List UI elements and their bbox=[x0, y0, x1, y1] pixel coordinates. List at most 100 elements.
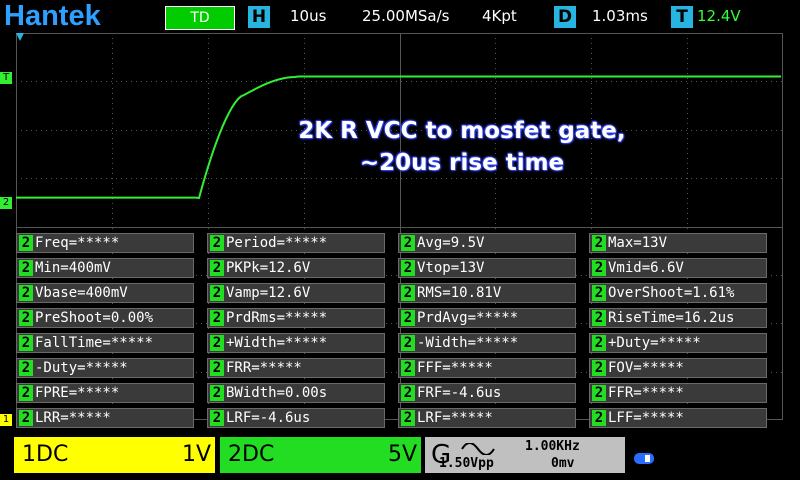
measurement-value: Period=***** bbox=[226, 235, 328, 251]
channel-chip: 2 bbox=[210, 285, 224, 301]
measurement-cell[interactable]: 2 Period=***** bbox=[207, 233, 385, 253]
measurement-cell[interactable]: 2 Min=400mV bbox=[16, 258, 194, 278]
annotation-line-2: ~20us rise time bbox=[359, 150, 565, 176]
channel-chip: 2 bbox=[19, 360, 33, 376]
channel-chip: 2 bbox=[210, 235, 224, 251]
channel-chip: 2 bbox=[210, 385, 224, 401]
measurement-value: Vmid=6.6V bbox=[608, 260, 684, 276]
annotation-line-1: 2K R VCC to mosfet gate, bbox=[298, 118, 626, 144]
memory-depth-value[interactable]: 4Kpt bbox=[482, 0, 517, 33]
channel-chip: 2 bbox=[19, 260, 33, 276]
channel-chip: 2 bbox=[210, 360, 224, 376]
channel-chip: 2 bbox=[592, 360, 606, 376]
measurement-cell[interactable]: 2 -Duty=***** bbox=[16, 358, 194, 378]
measurement-value: FallTime=***** bbox=[35, 335, 154, 351]
measurement-value: Max=13V bbox=[608, 235, 668, 251]
delay-label: D bbox=[554, 6, 576, 28]
trigger-mode-badge[interactable]: TD bbox=[165, 6, 235, 30]
measurement-cell[interactable]: 2 FFF=***** bbox=[398, 358, 576, 378]
measurement-value: BWidth=0.00s bbox=[226, 385, 328, 401]
measurement-cell[interactable]: 2 OverShoot=1.61% bbox=[589, 283, 767, 303]
measurement-value: FPRE=***** bbox=[35, 385, 120, 401]
measurement-cell[interactable]: 2 PrdRms=***** bbox=[207, 308, 385, 328]
measurement-cell[interactable]: 2 BWidth=0.00s bbox=[207, 383, 385, 403]
channel-chip: 2 bbox=[401, 310, 415, 326]
channel-chip: 2 bbox=[19, 285, 33, 301]
channel-chip: 2 bbox=[401, 235, 415, 251]
measurement-value: FFF=***** bbox=[417, 360, 493, 376]
measurement-cell[interactable]: 2 Vbase=400mV bbox=[16, 283, 194, 303]
measurement-value: PrdAvg=***** bbox=[417, 310, 519, 326]
measurement-cell[interactable]: 2 FOV=***** bbox=[589, 358, 767, 378]
measurement-value: Avg=9.5V bbox=[417, 235, 485, 251]
measurement-value: Vtop=13V bbox=[417, 260, 485, 276]
measurement-value: LFF=***** bbox=[608, 410, 684, 426]
measurement-cell[interactable]: 2 Vtop=13V bbox=[398, 258, 576, 278]
measurement-cell[interactable]: 2 -Width=***** bbox=[398, 333, 576, 353]
measurement-value: PKPk=12.6V bbox=[226, 260, 311, 276]
measurement-cell[interactable]: 2 FPRE=***** bbox=[16, 383, 194, 403]
measurement-value: PrdRms=***** bbox=[226, 310, 328, 326]
trigger-level-value[interactable]: 12.4V bbox=[697, 0, 741, 33]
ch2-offset-marker[interactable]: 2 bbox=[0, 197, 12, 209]
measurement-cell[interactable]: 2 FRR=***** bbox=[207, 358, 385, 378]
measurement-cell[interactable]: 2 Avg=9.5V bbox=[398, 233, 576, 253]
hantek-logo: Hantek bbox=[4, 0, 101, 32]
ch1-coupling-label: 1DC bbox=[22, 442, 69, 467]
ch1-offset-marker[interactable]: 1 bbox=[0, 414, 12, 426]
channel-chip: 2 bbox=[401, 360, 415, 376]
measurement-cell[interactable]: 2 Vamp=12.6V bbox=[207, 283, 385, 303]
measurement-value: -Width=***** bbox=[417, 335, 519, 351]
measurement-value: FRR=***** bbox=[226, 360, 302, 376]
channel-chip: 2 bbox=[210, 310, 224, 326]
generator-frequency: 1.00KHz bbox=[525, 439, 580, 454]
measurement-value: OverShoot=1.61% bbox=[608, 285, 735, 301]
measurement-cell[interactable]: 2 PreShoot=0.00% bbox=[16, 308, 194, 328]
channel-chip: 2 bbox=[19, 385, 33, 401]
measurement-value: Min=400mV bbox=[35, 260, 111, 276]
trigger-level-marker[interactable]: T bbox=[0, 72, 12, 84]
measurement-value: FRF=-4.6us bbox=[417, 385, 502, 401]
ch2-coupling-label: 2DC bbox=[228, 442, 275, 467]
measurement-value: FOV=***** bbox=[608, 360, 684, 376]
channel-chip: 2 bbox=[19, 235, 33, 251]
measurement-cell[interactable]: 2 LFF=***** bbox=[589, 408, 767, 428]
channel-chip: 2 bbox=[19, 310, 33, 326]
measurement-value: +Width=***** bbox=[226, 335, 328, 351]
channel-chip: 2 bbox=[592, 385, 606, 401]
measurement-cell[interactable]: 2 RiseTime=16.2us bbox=[589, 308, 767, 328]
measurement-cell[interactable]: 2 LRF=-4.6us bbox=[207, 408, 385, 428]
channel-chip: 2 bbox=[401, 335, 415, 351]
measurement-cell[interactable]: 2 LRF=***** bbox=[398, 408, 576, 428]
measurement-cell[interactable]: 2 Vmid=6.6V bbox=[589, 258, 767, 278]
measurement-cell[interactable]: 2 FallTime=***** bbox=[16, 333, 194, 353]
measurement-cell[interactable]: 2 RMS=10.81V bbox=[398, 283, 576, 303]
channel-chip: 2 bbox=[210, 335, 224, 351]
measurement-value: -Duty=***** bbox=[35, 360, 128, 376]
measurement-cell[interactable]: 2 FRF=-4.6us bbox=[398, 383, 576, 403]
measurement-value: PreShoot=0.00% bbox=[35, 310, 154, 326]
generator-amplitude: 1.50Vpp bbox=[439, 456, 494, 471]
usb-icon bbox=[634, 453, 654, 464]
ch1-status-box[interactable]: 1DC 1V bbox=[14, 437, 215, 473]
signal-generator-box[interactable]: G 1.00KHz 1.50Vpp 0mv bbox=[425, 437, 625, 473]
channel-chip: 2 bbox=[592, 410, 606, 426]
measurement-value: +Duty=***** bbox=[608, 335, 701, 351]
measurement-cell[interactable]: 2 Max=13V bbox=[589, 233, 767, 253]
measurement-cell[interactable]: 2 Freq=***** bbox=[16, 233, 194, 253]
measurement-cell[interactable]: 2 +Width=***** bbox=[207, 333, 385, 353]
measurement-cell[interactable]: 2 PrdAvg=***** bbox=[398, 308, 576, 328]
measurement-value: RiseTime=16.2us bbox=[608, 310, 735, 326]
measurement-cell[interactable]: 2 +Duty=***** bbox=[589, 333, 767, 353]
channel-chip: 2 bbox=[19, 410, 33, 426]
measurement-value: RMS=10.81V bbox=[417, 285, 502, 301]
measurement-cell[interactable]: 2 LRR=***** bbox=[16, 408, 194, 428]
timebase-value[interactable]: 10us bbox=[290, 0, 326, 33]
measurement-value: LRF=-4.6us bbox=[226, 410, 311, 426]
ch2-status-box[interactable]: 2DC 5V bbox=[220, 437, 421, 473]
delay-value[interactable]: 1.03ms bbox=[592, 0, 648, 33]
channel-chip: 2 bbox=[592, 285, 606, 301]
measurement-cell[interactable]: 2 FFR=***** bbox=[589, 383, 767, 403]
measurement-cell[interactable]: 2 PKPk=12.6V bbox=[207, 258, 385, 278]
generator-offset: 0mv bbox=[551, 456, 575, 471]
